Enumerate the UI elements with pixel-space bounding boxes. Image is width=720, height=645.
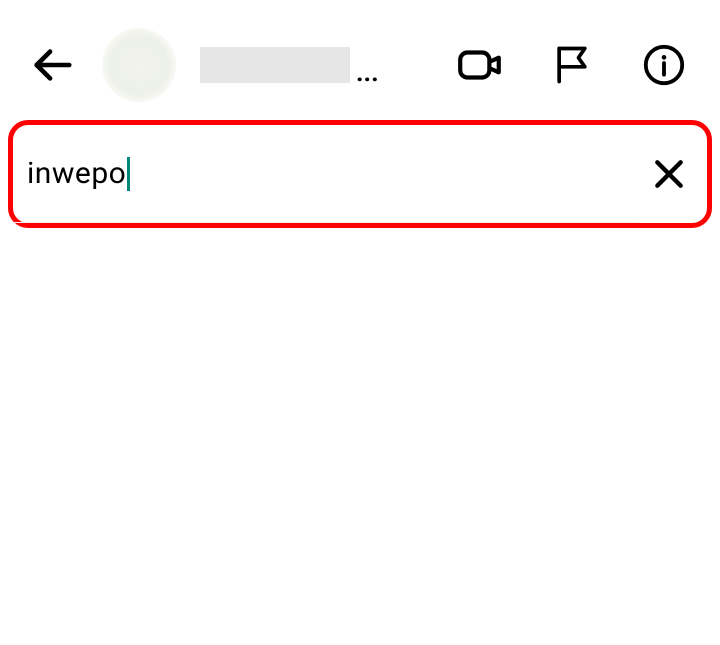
video-call-button[interactable]	[452, 37, 508, 93]
text-caret	[127, 157, 130, 191]
chat-header: ...	[0, 0, 720, 120]
info-icon	[641, 42, 687, 88]
video-camera-icon	[455, 40, 505, 90]
search-input-value: inwepo	[27, 156, 126, 191]
more-dots: ...	[356, 58, 379, 88]
flag-icon	[550, 43, 594, 87]
close-icon	[649, 154, 689, 194]
search-bar-highlighted: inwepo	[8, 120, 712, 228]
search-input[interactable]: inwepo	[13, 125, 639, 223]
back-button[interactable]	[28, 41, 76, 89]
arrow-left-icon	[29, 42, 75, 88]
username-redacted[interactable]	[200, 47, 350, 83]
info-button[interactable]	[636, 37, 692, 93]
flag-button[interactable]	[544, 37, 600, 93]
avatar[interactable]	[102, 28, 176, 102]
clear-search-button[interactable]	[639, 144, 699, 204]
header-actions	[452, 37, 692, 93]
